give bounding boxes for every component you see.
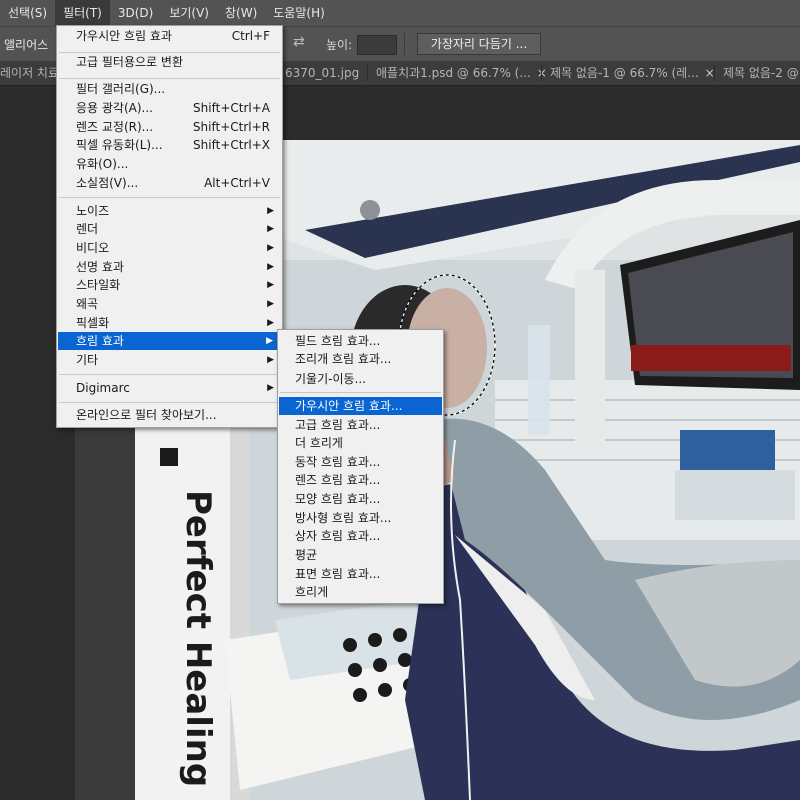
filter-menu: 가우시안 흐림 효과 Ctrl+F 고급 필터용으로 변환 필터 갤러리(G)..… <box>56 25 283 428</box>
menu-item-render[interactable]: 렌더 ▶ <box>57 220 282 238</box>
menu-item-distort[interactable]: 왜곡 ▶ <box>57 295 282 313</box>
menu-item-video[interactable]: 비디오 ▶ <box>57 239 282 257</box>
menu-item-lens-correction[interactable]: 렌즈 교정(R)... Shift+Ctrl+R <box>57 118 282 136</box>
menu-item-tilt-shift[interactable]: 기울기-이동... <box>278 370 443 388</box>
swap-icon[interactable]: ⇄ <box>293 34 305 50</box>
menu-item-field-blur[interactable]: 필드 흐림 효과... <box>278 332 443 350</box>
menu-item-gaussian-blur[interactable]: 가우시안 흐림 효과... <box>279 397 442 415</box>
blur-submenu: 필드 흐림 효과... 조리개 흐림 효과... 기울기-이동... 가우시안 … <box>277 329 444 604</box>
submenu-arrow-icon: ▶ <box>267 280 274 290</box>
tab-document-1[interactable]: 레이저 치료 <box>0 61 59 85</box>
menu-help[interactable]: 도움말(H) <box>265 0 333 26</box>
submenu-arrow-icon: ▶ <box>267 206 274 216</box>
submenu-arrow-icon: ▶ <box>267 383 274 393</box>
menu-filter[interactable]: 필터(T) <box>55 0 110 26</box>
submenu-arrow-icon: ▶ <box>267 224 274 234</box>
submenu-arrow-icon: ▶ <box>267 299 274 309</box>
submenu-arrow-icon: ▶ <box>267 318 274 328</box>
menu-item-lens-blur[interactable]: 렌즈 흐림 효과... <box>278 471 443 489</box>
anti-alias-option[interactable]: 앨리어스 <box>4 36 48 53</box>
refine-edge-button[interactable]: 가장자리 다듬기 ... <box>417 33 541 55</box>
tab-divider <box>714 65 715 81</box>
tab-label: 제목 없음-2 @ <box>723 66 799 80</box>
menu-item-pixelate[interactable]: 픽셀화 ▶ <box>57 314 282 332</box>
menu-item-other[interactable]: 기타 ▶ <box>57 351 282 369</box>
menu-item-digimarc[interactable]: Digimarc ▶ <box>57 379 282 397</box>
submenu-arrow-icon: ▶ <box>267 262 274 272</box>
tab-label: 6370_01.jpg <box>285 66 360 80</box>
menu-item-iris-blur[interactable]: 조리개 흐림 효과... <box>278 350 443 368</box>
menu-divider <box>59 374 280 375</box>
menu-item-sharpen[interactable]: 선명 효과 ▶ <box>57 258 282 276</box>
submenu-arrow-icon: ▶ <box>267 243 274 253</box>
device-label: Perfect Healing L <box>178 490 218 800</box>
menu-item-blur-simple[interactable]: 흐리게 <box>278 583 443 601</box>
menu-item-stylize[interactable]: 스타일화 ▶ <box>57 276 282 294</box>
menu-item-filter-gallery[interactable]: 필터 갤러리(G)... <box>57 80 282 98</box>
menu-item-adaptive-wide-angle[interactable]: 응용 광각(A)... Shift+Ctrl+A <box>57 99 282 117</box>
menu-item-blur[interactable]: 흐림 효과 ▶ <box>58 332 281 350</box>
tab-document-3[interactable]: 애플치과1.psd @ 66.7% (...× <box>376 61 547 85</box>
menu-item-browse-filters-online[interactable]: 온라인으로 필터 찾아보기... <box>57 406 282 424</box>
tab-document-4[interactable]: 제목 없음-1 @ 66.7% (레... × <box>550 61 715 85</box>
height-input[interactable] <box>357 35 397 55</box>
tab-label: 제목 없음-1 @ 66.7% (레... <box>550 66 699 80</box>
menu-divider <box>280 392 441 393</box>
menu-item-motion-blur[interactable]: 동작 흐림 효과... <box>278 453 443 471</box>
tab-document-2[interactable]: 6370_01.jpg <box>285 61 359 85</box>
menu-divider <box>59 402 280 403</box>
menu-item-blur-more[interactable]: 더 흐리게 <box>278 434 443 452</box>
divider <box>404 33 405 55</box>
menu-item-oil-paint[interactable]: 유화(O)... <box>57 155 282 173</box>
submenu-arrow-icon: ▶ <box>267 355 274 365</box>
tab-divider <box>367 65 368 81</box>
menu-item-last-filter[interactable]: 가우시안 흐림 효과 Ctrl+F <box>57 27 282 45</box>
height-label: 높이: <box>326 38 353 52</box>
menu-select[interactable]: 선택(S) <box>0 0 55 26</box>
menu-item-shape-blur[interactable]: 모양 흐림 효과... <box>278 490 443 508</box>
menu-item-vanishing-point[interactable]: 소실점(V)... Alt+Ctrl+V <box>57 174 282 192</box>
menu-item-liquify[interactable]: 픽셀 유동화(L)... Shift+Ctrl+X <box>57 136 282 154</box>
tab-label: 레이저 치료 <box>0 66 60 80</box>
menu-item-box-blur[interactable]: 상자 흐림 효과... <box>278 527 443 545</box>
menu-divider <box>59 197 280 198</box>
menu-item-surface-blur[interactable]: 표면 흐림 효과... <box>278 565 443 583</box>
menu-item-convert-smart-filters[interactable]: 고급 필터용으로 변환 <box>57 53 282 71</box>
submenu-arrow-icon: ▶ <box>266 336 273 346</box>
menu-divider <box>59 78 280 79</box>
menu-bar: 선택(S) 필터(T) 3D(D) 보기(V) 창(W) 도움말(H) <box>0 0 800 26</box>
menu-item-noise[interactable]: 노이즈 ▶ <box>57 202 282 220</box>
menu-item-radial-blur[interactable]: 방사형 흐림 효과... <box>278 509 443 527</box>
menu-item-smart-blur[interactable]: 고급 흐림 효과... <box>278 416 443 434</box>
tab-label: 애플치과1.psd @ 66.7% (... <box>376 66 531 80</box>
menu-window[interactable]: 창(W) <box>217 0 265 26</box>
menu-3d[interactable]: 3D(D) <box>110 0 161 26</box>
tab-document-5[interactable]: 제목 없음-2 @ <box>723 61 799 85</box>
menu-item-average[interactable]: 평균 <box>278 546 443 564</box>
tab-divider <box>541 65 542 81</box>
menu-view[interactable]: 보기(V) <box>161 0 217 26</box>
